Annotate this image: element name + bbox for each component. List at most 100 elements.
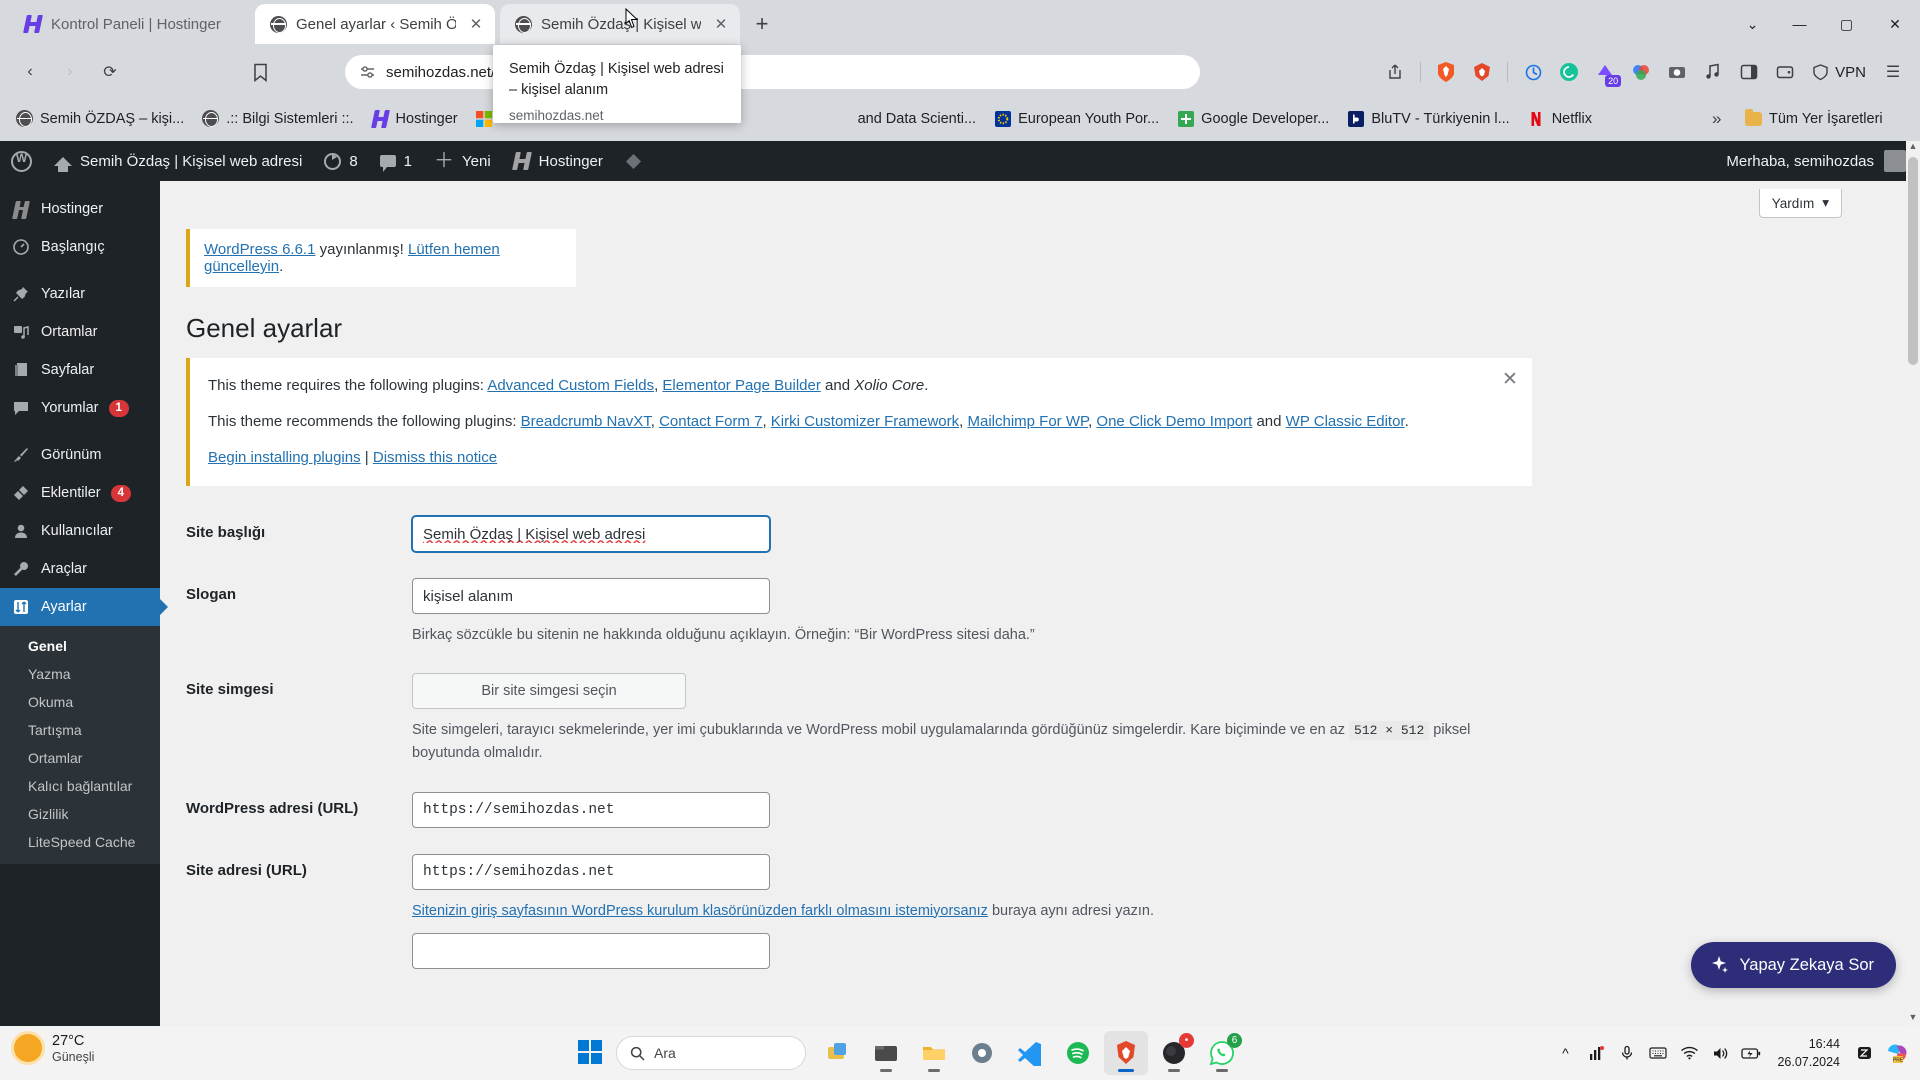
bookmarks-overflow-button[interactable]: » [1712, 109, 1721, 129]
taskbar-app-spotify[interactable] [1056, 1031, 1100, 1075]
plugin-link-kirki[interactable]: Kirki Customizer Framework [771, 413, 959, 430]
sidebar-item-sayfalar[interactable]: Sayfalar [0, 351, 160, 389]
close-window-button[interactable]: ✕ [1870, 0, 1920, 48]
begin-installing-plugins-link[interactable]: Begin installing plugins [208, 449, 361, 466]
forward-icon[interactable]: › [50, 52, 90, 92]
comments-menu[interactable]: 1 [369, 141, 423, 181]
sidebar-item-kullanicilar[interactable]: Kullanıcılar [0, 512, 160, 550]
plugin-link-demo-import[interactable]: One Click Demo Import [1096, 413, 1252, 430]
keyboard-icon[interactable] [1643, 1038, 1673, 1068]
reload-icon[interactable]: ⟳ [90, 52, 130, 92]
maximize-button[interactable]: ▢ [1823, 0, 1870, 48]
taskbar-app-whatsapp[interactable]: 6 [1200, 1031, 1244, 1075]
close-icon[interactable]: ✕ [465, 13, 487, 35]
bookmark-item[interactable]: and Data Scienti... [850, 106, 985, 132]
sidebar-item-baslangic[interactable]: Başlangıç [0, 228, 160, 266]
search-input[interactable]: Ara [616, 1036, 806, 1070]
sidebar-item-hostinger[interactable]: Hostinger [0, 190, 160, 228]
wifi-icon[interactable] [1674, 1038, 1704, 1068]
site-name-menu[interactable]: Semih Özdaş | Kişisel web adresi [43, 141, 313, 181]
taskbar-app-settings[interactable] [960, 1031, 1004, 1075]
sidebar-subitem-ortamlar[interactable]: Ortamlar [0, 744, 160, 772]
sidebar-subitem-okuma[interactable]: Okuma [0, 688, 160, 716]
signal-icon[interactable] [1581, 1038, 1611, 1068]
sidebar-subitem-genel[interactable]: Genel [0, 632, 160, 660]
hostinger-menu[interactable]: Hostinger [502, 141, 614, 181]
site-title-input[interactable] [412, 516, 770, 552]
sidebar-item-eklentiler[interactable]: Eklentiler 4 [0, 474, 160, 512]
bookmark-item[interactable]: Netflix [1520, 105, 1600, 132]
updates-menu[interactable]: 8 [313, 141, 368, 181]
wallet-icon[interactable] [1768, 55, 1802, 89]
extension-multicolor-icon[interactable] [1624, 55, 1658, 89]
scroll-down-arrow[interactable]: ▼ [1906, 1012, 1920, 1026]
browser-tab-1[interactable]: Kontrol Paneli | Hostinger [10, 4, 250, 44]
elementor-menu[interactable] [614, 141, 653, 181]
extension-camera-icon[interactable] [1660, 55, 1694, 89]
start-button[interactable] [578, 1040, 604, 1066]
help-tab-button[interactable]: Yardım ▾ [1758, 189, 1842, 218]
taskbar-app-brave[interactable] [1104, 1031, 1148, 1075]
plugin-link-elementor[interactable]: Elementor Page Builder [662, 377, 820, 394]
bookmark-item[interactable]: European Youth Por... [986, 105, 1167, 132]
copilot-icon[interactable]: PRE [1880, 1038, 1914, 1068]
extension-purple-icon[interactable]: 20 [1588, 55, 1622, 89]
sidebar-item-gorunum[interactable]: Görünüm [0, 436, 160, 474]
bookmark-item[interactable]: Hostinger [364, 105, 466, 132]
site-url-hint-link[interactable]: Sitenizin giriş sayfasının WordPress kur… [412, 903, 988, 919]
browser-tab-2[interactable]: Genel ayarlar ‹ Semih Özdaş | K ✕ [255, 4, 495, 44]
wp-url-input[interactable] [412, 791, 770, 828]
notification-icon[interactable] [1849, 1038, 1879, 1068]
update-version-link[interactable]: WordPress 6.6.1 [204, 241, 315, 258]
plugin-link-breadcrumb[interactable]: Breadcrumb NavXT [521, 413, 651, 430]
sidebar-subitem-tartisma[interactable]: Tartışma [0, 716, 160, 744]
taskbar-app-obs[interactable]: • [1152, 1031, 1196, 1075]
minimize-button[interactable]: — [1776, 0, 1823, 48]
brave-lion-icon[interactable] [1465, 55, 1499, 89]
sidebar-subitem-kalici-baglantilar[interactable]: Kalıcı bağlantılar [0, 772, 160, 800]
sidebar-item-ayarlar[interactable]: Ayarlar [0, 588, 168, 626]
sidebar-item-araclar[interactable]: Araçlar [0, 550, 160, 588]
new-content-menu[interactable]: ＋ Yeni [423, 141, 502, 181]
bookmark-item[interactable]: .:: Bilgi Sistemleri ::. [194, 105, 361, 132]
extension-grammarly-icon[interactable] [1552, 55, 1586, 89]
battery-icon[interactable] [1736, 1038, 1766, 1068]
bookmark-item[interactable]: Semih ÖZDAŞ – kişi... [8, 105, 192, 132]
sidebar-toggle-icon[interactable] [1732, 55, 1766, 89]
scrollbar-thumb[interactable] [1908, 157, 1918, 365]
sidebar-subitem-gizlilik[interactable]: Gizlilik [0, 800, 160, 828]
plugin-link-mailchimp[interactable]: Mailchimp For WP [967, 413, 1088, 430]
scroll-up-arrow[interactable]: ▲ [1906, 141, 1920, 155]
page-scrollbar[interactable]: ▲ ▼ [1906, 141, 1920, 1026]
wp-logo-menu[interactable] [0, 141, 43, 181]
back-icon[interactable]: ‹ [10, 52, 50, 92]
taskbar-app-vscode[interactable] [1008, 1031, 1052, 1075]
plugin-link-classic-editor[interactable]: WP Classic Editor [1286, 413, 1405, 430]
brave-shield-icon[interactable] [1429, 55, 1463, 89]
clock[interactable]: 16:44 26.07.2024 [1767, 1035, 1848, 1071]
ask-ai-button[interactable]: Yapay Zekaya Sor [1691, 942, 1896, 988]
address-bar[interactable]: semihozdas.net/wp-admin/o [345, 55, 1200, 89]
bookmark-icon[interactable] [240, 52, 280, 92]
tagline-input[interactable] [412, 578, 770, 614]
account-menu[interactable]: Merhaba, semihozdas [1726, 141, 1920, 181]
sidebar-item-ortamlar[interactable]: Ortamlar [0, 313, 160, 351]
sidebar-item-yorumlar[interactable]: Yorumlar 1 [0, 389, 160, 427]
sync-icon[interactable] [1516, 55, 1550, 89]
vpn-button[interactable]: VPN [1804, 64, 1874, 81]
plugin-link-acf[interactable]: Advanced Custom Fields [487, 377, 654, 394]
taskbar-app-snipping-tool[interactable] [816, 1031, 860, 1075]
dismiss-notice-link[interactable]: Dismiss this notice [373, 449, 497, 466]
extension-music-icon[interactable] [1696, 55, 1730, 89]
site-url-input[interactable] [412, 853, 770, 890]
mic-icon[interactable] [1612, 1038, 1642, 1068]
bookmark-item[interactable]: Google Developer... [1169, 105, 1337, 132]
sidebar-item-yazilar[interactable]: Yazılar [0, 275, 160, 313]
new-tab-button[interactable]: + [746, 8, 778, 40]
tray-overflow-icon[interactable]: ^ [1550, 1038, 1580, 1068]
plugin-link-cf7[interactable]: Contact Form 7 [659, 413, 762, 430]
volume-icon[interactable] [1705, 1038, 1735, 1068]
taskbar-app-file-explorer-dark[interactable] [864, 1031, 908, 1075]
sidebar-subitem-litespeed-cache[interactable]: LiteSpeed Cache [0, 828, 160, 856]
all-bookmarks-folder[interactable]: Tüm Yer İşaretleri [1745, 108, 1883, 127]
